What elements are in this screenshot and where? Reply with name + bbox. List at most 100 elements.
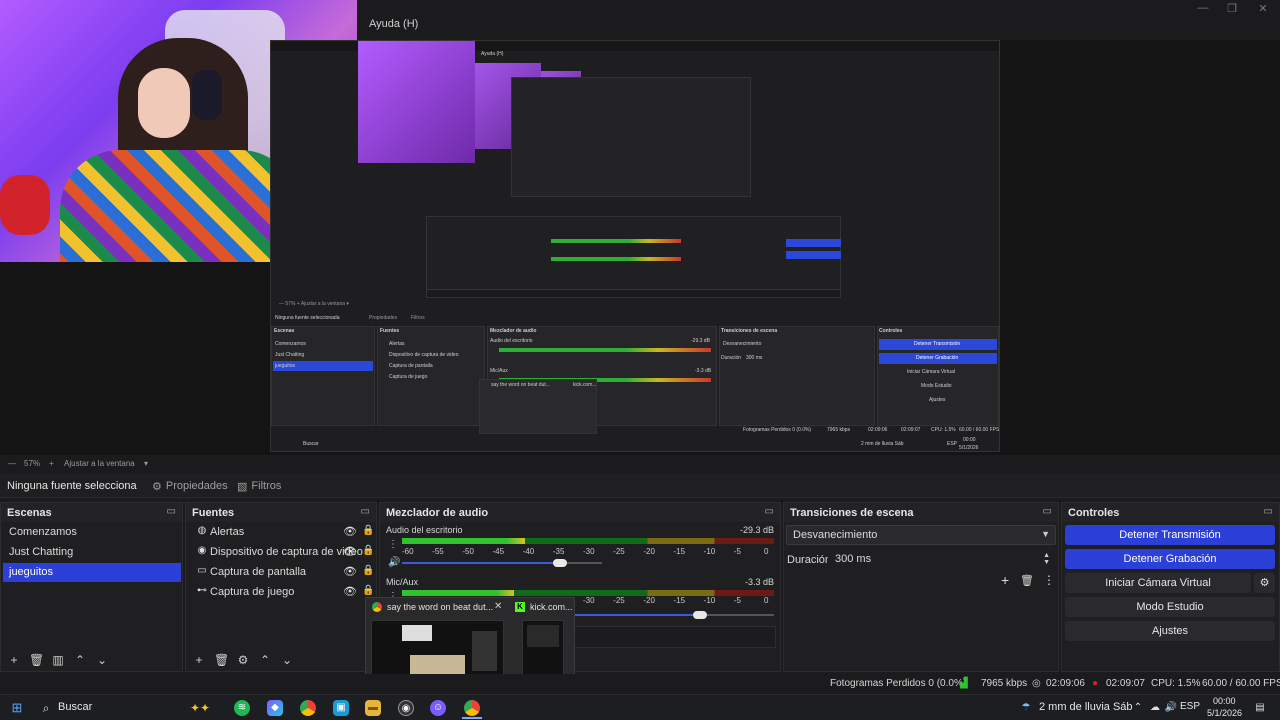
eye-icon[interactable]: 👁 [343, 585, 357, 598]
weather-text[interactable]: 2 mm de lluvia Sáb [1039, 701, 1133, 713]
add-icon[interactable]: + [192, 653, 206, 667]
undock-icon[interactable]: ▭ [765, 506, 774, 517]
thumbnail-title[interactable]: say the word on beat dut... [387, 602, 493, 612]
kebab-menu-icon[interactable]: ⋮ [1043, 573, 1055, 587]
chevron-down-icon[interactable]: ▾ [144, 459, 148, 468]
search-icon[interactable]: ⌕ [38, 700, 54, 716]
speaker-icon[interactable]: 🔊 [388, 557, 400, 568]
meter-level [402, 538, 525, 544]
zoom-bar: — 57% + Ajustar a la ventana ▾ [0, 456, 1280, 472]
streamer-shirt [60, 150, 300, 262]
move-up-icon[interactable]: ⌃ [73, 653, 87, 667]
lock-icon[interactable]: 🔒 [362, 545, 374, 556]
bitrate: 7965 kbps [981, 678, 1028, 689]
chrome-icon[interactable] [300, 700, 316, 716]
trash-icon[interactable]: 🗑 [29, 653, 44, 667]
volume-slider-handle[interactable] [553, 559, 567, 567]
record-icon: ● [1092, 678, 1099, 689]
discord-icon[interactable]: ☺ [430, 700, 446, 716]
folder-icon[interactable]: ▬ [365, 700, 381, 716]
clock-date[interactable]: 5/1/2026 [1207, 708, 1242, 718]
undock-icon[interactable]: ▭ [1264, 506, 1273, 517]
undock-icon[interactable]: ▭ [167, 506, 176, 517]
virtual-camera-settings-button[interactable]: ⚙ [1254, 573, 1275, 593]
duration-field[interactable]: 300 ms ▲ ▼ [828, 549, 1056, 569]
gear-icon[interactable]: ⚙ [236, 653, 250, 667]
network-icon[interactable]: ☁ [1147, 700, 1163, 716]
meter-tick-label: -50 [462, 547, 474, 556]
zoom-in-icon[interactable]: + [49, 459, 54, 468]
move-up-icon[interactable]: ⌃ [258, 653, 272, 667]
copilot-icon[interactable]: ◆ [267, 700, 283, 716]
chrome-icon[interactable] [464, 700, 480, 716]
kebab-menu-icon[interactable]: ⋮ [388, 539, 398, 550]
source-item[interactable]: ▭ Captura de pantalla 👁 🔒 [188, 562, 374, 582]
clock-time[interactable]: 00:00 [1213, 696, 1236, 706]
studio-mode-button[interactable]: Modo Estudio [1065, 597, 1275, 617]
minimize-icon[interactable]: — [1193, 2, 1213, 14]
copilot-sparkle-icon[interactable]: ✦✦ [186, 700, 214, 716]
filters-button[interactable]: ▧ Filtros [231, 477, 287, 495]
start-virtual-camera-button[interactable]: Iniciar Cámara Virtual [1065, 573, 1251, 593]
broadcast-icon: ◎ [1032, 678, 1041, 689]
undock-icon[interactable]: ▭ [361, 506, 370, 517]
cpu-usage: CPU: 1.5% [1151, 678, 1201, 689]
volume-icon[interactable]: 🔊 [1163, 700, 1179, 716]
app-icon[interactable]: ▣ [333, 700, 349, 716]
chevron-up-icon[interactable]: ⌃ [1130, 700, 1146, 716]
nested-no-source: Ninguna fuente seleccionada [275, 315, 340, 321]
monitor-icon: ▭ [197, 565, 207, 576]
eye-icon[interactable]: 👁 [343, 545, 357, 558]
meter-tick-label: -25 [613, 596, 625, 605]
menu-help[interactable]: Ayuda (H) [369, 18, 418, 30]
lock-icon[interactable]: 🔒 [362, 585, 374, 596]
windows-start-icon[interactable]: ⊞ [9, 700, 25, 716]
notification-icon[interactable]: ▤ [1252, 700, 1268, 716]
program-preview[interactable]: Ayuda (H) — 57% + Ajustar a la ventana ▾… [0, 0, 1280, 455]
taskbar-search[interactable]: Buscar [58, 701, 92, 713]
trash-icon[interactable]: 🗑 [214, 653, 229, 667]
volume-slider-handle[interactable] [692, 611, 707, 619]
mixer-title: Mezclador de audio [386, 507, 489, 519]
maximize-icon[interactable]: ❐ [1222, 2, 1242, 15]
scene-item-comenzamos[interactable]: Comenzamos [3, 523, 181, 542]
lock-icon[interactable]: 🔒 [362, 525, 374, 536]
close-icon[interactable]: ✕ [1253, 2, 1273, 15]
undock-icon[interactable]: ▭ [1043, 506, 1052, 517]
controls-title: Controles [1068, 507, 1120, 519]
stop-recording-button[interactable]: Detener Grabación [1065, 549, 1275, 569]
zoom-out-icon[interactable]: — [8, 459, 16, 468]
add-icon[interactable]: + [7, 653, 21, 667]
source-item[interactable]: ◍ Alertas 👁 🔒 [188, 522, 375, 542]
source-item[interactable]: ◉ Dispositivo de captura de video 👁 🔒 [188, 542, 375, 562]
duration-label: Duración [787, 554, 832, 566]
move-down-icon[interactable]: ⌄ [95, 653, 109, 667]
add-icon[interactable]: + [1001, 572, 1009, 588]
eye-icon[interactable]: 👁 [343, 525, 357, 538]
mic-aux-db: -3.3 dB [744, 577, 774, 587]
move-down-icon[interactable]: ⌄ [280, 653, 294, 667]
close-icon[interactable]: ✕ [494, 601, 502, 612]
input-language[interactable]: ESP [1180, 701, 1200, 712]
source-item[interactable]: ⊷ Captura de juego 👁 🔒 [188, 582, 374, 602]
trash-icon[interactable]: 🗑 [1020, 574, 1034, 587]
meter-tick-label: -20 [643, 547, 655, 556]
spotify-icon[interactable]: ≋ [234, 700, 250, 716]
scene-item-just-chatting[interactable]: Just Chatting [3, 543, 181, 562]
fit-window-label[interactable]: Ajustar a la ventana [64, 459, 135, 468]
settings-button[interactable]: Ajustes [1065, 621, 1275, 641]
mic-aux-name: Mic/Aux [386, 577, 419, 587]
transition-select[interactable]: Desvanecimiento ▼ [786, 525, 1056, 545]
stop-streaming-button[interactable]: Detener Transmisión [1065, 525, 1275, 545]
meter-tick-label: -15 [673, 547, 686, 556]
sources-title: Fuentes [192, 507, 235, 519]
stepper-icon[interactable]: ▲ ▼ [1043, 552, 1050, 566]
thumbnail-title[interactable]: kick.com... [530, 602, 573, 612]
obs-icon[interactable]: ◉ [398, 700, 414, 716]
properties-button[interactable]: ⚙ Propiedades [146, 477, 234, 495]
desktop-volume-slider[interactable] [402, 562, 602, 564]
filter-icon[interactable]: ▥ [51, 653, 65, 667]
eye-icon[interactable]: 👁 [343, 565, 357, 578]
scene-item-jueguitos[interactable]: jueguitos [3, 563, 181, 582]
lock-icon[interactable]: 🔒 [362, 565, 374, 576]
